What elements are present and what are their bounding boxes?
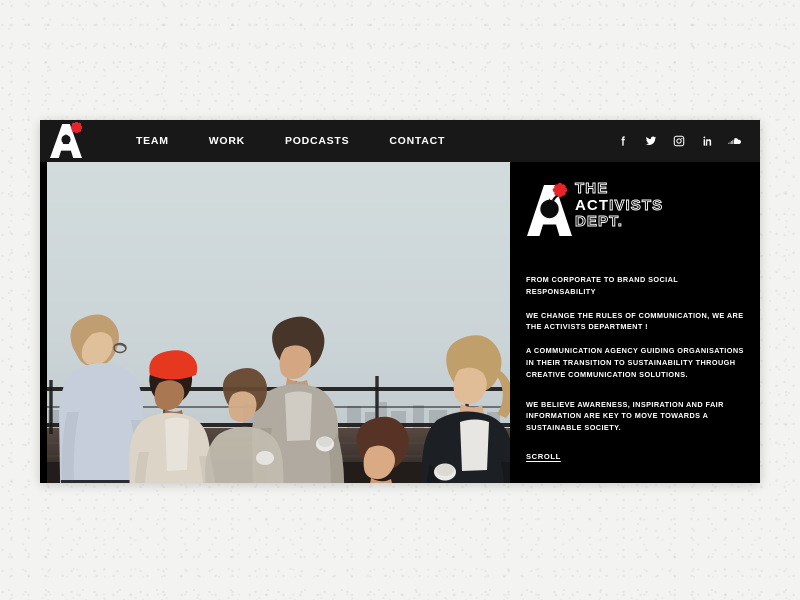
hero-paragraph-4: WE BELIEVE AWARENESS, INSPIRATION AND FA…: [526, 399, 724, 433]
social-links: [616, 134, 742, 148]
hero-section: THE ACTIVISTS DEPT. FROM CORPORATE TO BR…: [40, 162, 760, 483]
brand-ivists: IVISTS: [609, 196, 664, 214]
hero-photo: [47, 162, 510, 483]
site-card: TEAM WORK PODCASTS CONTACT THE ACTIVISTS…: [40, 120, 760, 483]
brand-line-activists: ACTIVISTS: [575, 196, 740, 215]
hero-paragraph-3: A COMMUNICATION AGENCY GUIDING ORGANISAT…: [526, 346, 744, 379]
hero-paragraph-2: WE CHANGE THE RULES OF COMMUNICATION, WE…: [526, 310, 744, 332]
hero-content: THE ACTIVISTS DEPT. FROM CORPORATE TO BR…: [510, 162, 760, 483]
navbar: TEAM WORK PODCASTS CONTACT: [40, 120, 760, 162]
brand-lockup: THE ACTIVISTS DEPT.: [526, 180, 746, 240]
brand-line-dept: DEPT.: [575, 213, 624, 230]
scroll-link[interactable]: SCROLL: [526, 452, 561, 461]
hero-paragraph-1: FROM CORPORATE TO BRAND SOCIAL RESPONSAB…: [526, 275, 679, 296]
brand-wordmark: THE ACTIVISTS DEPT.: [575, 180, 740, 231]
linkedin-icon[interactable]: [700, 134, 714, 148]
hero-copy: FROM CORPORATE TO BRAND SOCIAL RESPONSAB…: [526, 274, 744, 464]
nav-logo[interactable]: [47, 120, 93, 162]
logo-spark-icon: [71, 122, 82, 133]
nav-link-podcasts[interactable]: PODCASTS: [285, 135, 349, 147]
bomb-a-icon: [527, 182, 572, 236]
nav-link-contact[interactable]: CONTACT: [389, 135, 445, 147]
facebook-icon[interactable]: [616, 134, 630, 148]
nav-link-work[interactable]: WORK: [209, 135, 245, 147]
brand-act: ACT: [575, 196, 610, 214]
twitter-icon[interactable]: [644, 134, 658, 148]
nav-link-team[interactable]: TEAM: [136, 135, 169, 147]
soundcloud-icon[interactable]: [728, 134, 742, 148]
nav-links: TEAM WORK PODCASTS CONTACT: [136, 135, 445, 147]
instagram-icon[interactable]: [672, 134, 686, 148]
brand-line-the: THE: [575, 180, 609, 197]
